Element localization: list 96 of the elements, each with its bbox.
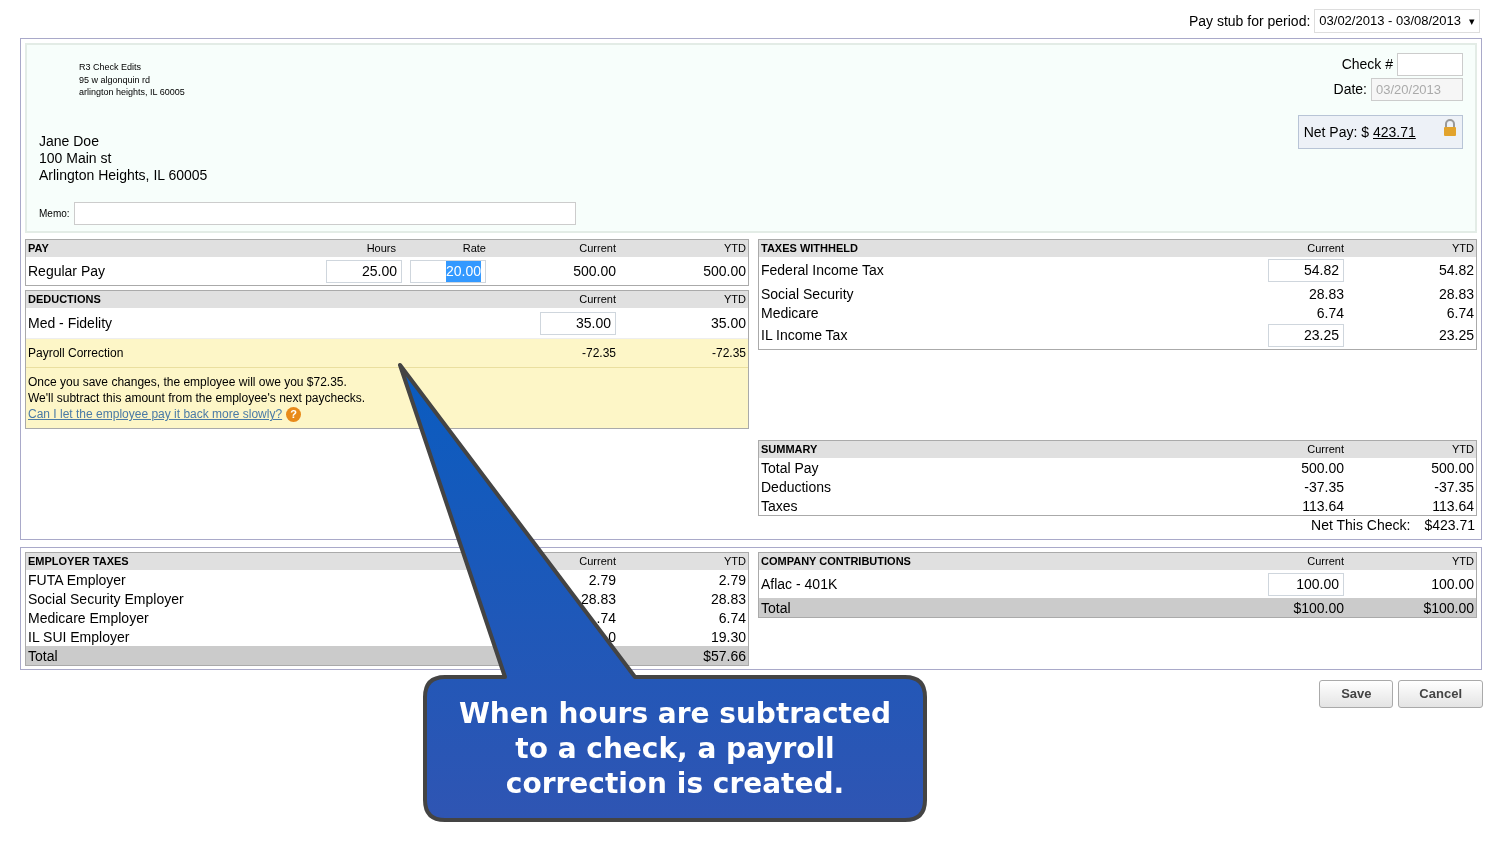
amount: 35.00: [710, 314, 746, 331]
notice-text: We'll subtract this amount from the employee's next paychecks.: [28, 390, 367, 406]
amount: 500.00: [1431, 460, 1474, 476]
amount: -37.35: [1304, 478, 1344, 497]
check-number-field[interactable]: [1397, 53, 1463, 76]
total-label: Total: [761, 599, 792, 618]
column-header: Current: [1307, 242, 1344, 255]
net-check-amount: $423.71: [1424, 516, 1475, 535]
column-header: Rate: [462, 242, 486, 255]
date-label: Date:: [1333, 80, 1367, 99]
amount-field[interactable]: 35.00: [540, 311, 616, 335]
row-label: Total Pay: [761, 459, 820, 478]
amount: 6.74: [1446, 305, 1474, 321]
amount: 28.83: [1308, 285, 1344, 304]
row-label: IL Income Tax: [761, 326, 849, 345]
period-label: Pay stub for period:: [1188, 11, 1311, 31]
callout-text: to a check, a payroll: [515, 731, 835, 766]
row-label: IL SUI Employer: [28, 628, 131, 647]
amount: 113.64: [1302, 497, 1344, 516]
amount: 500.00: [1301, 459, 1344, 478]
amount: 23.25: [1438, 327, 1474, 343]
amount: 500.00: [703, 262, 746, 279]
cancel-button[interactable]: Cancel: [1398, 680, 1483, 708]
amount: 28.83: [580, 590, 616, 609]
amount-field[interactable]: 25.00: [326, 259, 402, 283]
column-header: YTD: [1452, 443, 1474, 456]
row-label: Aflac - 401K: [761, 574, 839, 594]
callout-text: correction is created.: [505, 766, 845, 801]
amount: 0: [608, 628, 616, 647]
amount: 500.00: [573, 262, 616, 279]
column-header: YTD: [1452, 555, 1474, 568]
memo-field[interactable]: [73, 201, 576, 225]
column-header: YTD: [724, 242, 746, 255]
employee-address-line: 100 Main st: [39, 149, 113, 167]
company-address-line: 95 w algonquin rd: [79, 73, 152, 86]
net-check-label: Net This Check:: [1311, 516, 1411, 535]
help-link[interactable]: Can I let the employee pay it back more slowly?: [28, 406, 283, 422]
section-title: COMPANY CONTRIBUTIONS: [761, 554, 912, 570]
memo-label: Memo:: [39, 206, 70, 221]
column-header: Current: [1307, 555, 1344, 568]
amount: -72.35: [711, 346, 746, 360]
row-label: Med - Fidelity: [28, 313, 114, 333]
amount: -37.35: [1434, 479, 1474, 495]
column-header: Current: [579, 293, 616, 306]
employee-address-line: Arlington Heights, IL 60005: [39, 166, 209, 184]
total-amount: $100.00: [1423, 600, 1474, 616]
amount-field[interactable]: 23.25: [1268, 324, 1344, 347]
column-header: Current: [579, 242, 616, 255]
company-address-line: arlington heights, IL 60005: [79, 86, 186, 99]
total-amount: $100.00: [1293, 600, 1344, 616]
amount: .74: [596, 609, 616, 628]
row-label: Medicare: [761, 304, 820, 323]
column-header: YTD: [724, 555, 746, 568]
amount: 2.79: [588, 571, 616, 590]
row-label: Taxes: [761, 497, 799, 516]
row-label: Medicare Employer: [28, 609, 150, 628]
column-header: Current: [579, 555, 616, 568]
company-address-line: R3 Check Edits: [79, 61, 143, 74]
amount: 19.30: [710, 629, 746, 645]
notice-text: Once you save changes, the employee will owe you $72.35.: [28, 374, 348, 390]
period-dropdown[interactable]: 03/02/2013 - 03/08/2013 ▾: [1314, 9, 1480, 33]
row-label: Social Security Employer: [28, 590, 185, 609]
column-header: Hours: [366, 242, 396, 255]
callout-text: When hours are subtracted: [459, 696, 891, 731]
amount: 28.83: [1438, 286, 1474, 302]
amount: 28.83: [710, 591, 746, 607]
row-label: Regular Pay: [28, 261, 107, 281]
row-label: Federal Income Tax: [761, 261, 885, 280]
section-title: PAY: [28, 241, 50, 257]
section-title: DEDUCTIONS: [28, 292, 102, 308]
total-label: Total: [28, 647, 59, 666]
amount: 6.74: [1316, 304, 1344, 323]
amount: 2.79: [718, 572, 746, 588]
section-title: EMPLOYER TAXES: [28, 554, 130, 570]
amount: 6.74: [718, 610, 746, 626]
total-amount: $57.66: [703, 648, 746, 664]
net-pay-label: Net Pay: $: [1303, 122, 1369, 142]
column-header: YTD: [724, 293, 746, 306]
row-label: Payroll Correction: [28, 345, 125, 362]
row-label: Deductions: [761, 478, 833, 497]
column-header: YTD: [1452, 242, 1474, 255]
net-pay-amount: 423.71: [1373, 122, 1417, 142]
amount-field[interactable]: 100.00: [1268, 572, 1344, 596]
amount: 100.00: [1431, 575, 1474, 592]
column-header: Current: [1307, 443, 1344, 456]
row-label: FUTA Employer: [28, 571, 127, 590]
amount-field[interactable]: 54.82: [1268, 259, 1344, 282]
save-button[interactable]: Save: [1319, 680, 1394, 708]
employee-address-line: Jane Doe: [39, 132, 100, 150]
amount: 54.82: [1438, 262, 1474, 278]
section-title: SUMMARY: [761, 442, 819, 458]
row-label: Social Security: [761, 285, 855, 304]
section-title: TAXES WITHHELD: [761, 241, 859, 257]
amount: 113.64: [1432, 498, 1474, 514]
check-number-label: Check #: [1341, 55, 1393, 74]
amount: -72.35: [581, 346, 616, 360]
